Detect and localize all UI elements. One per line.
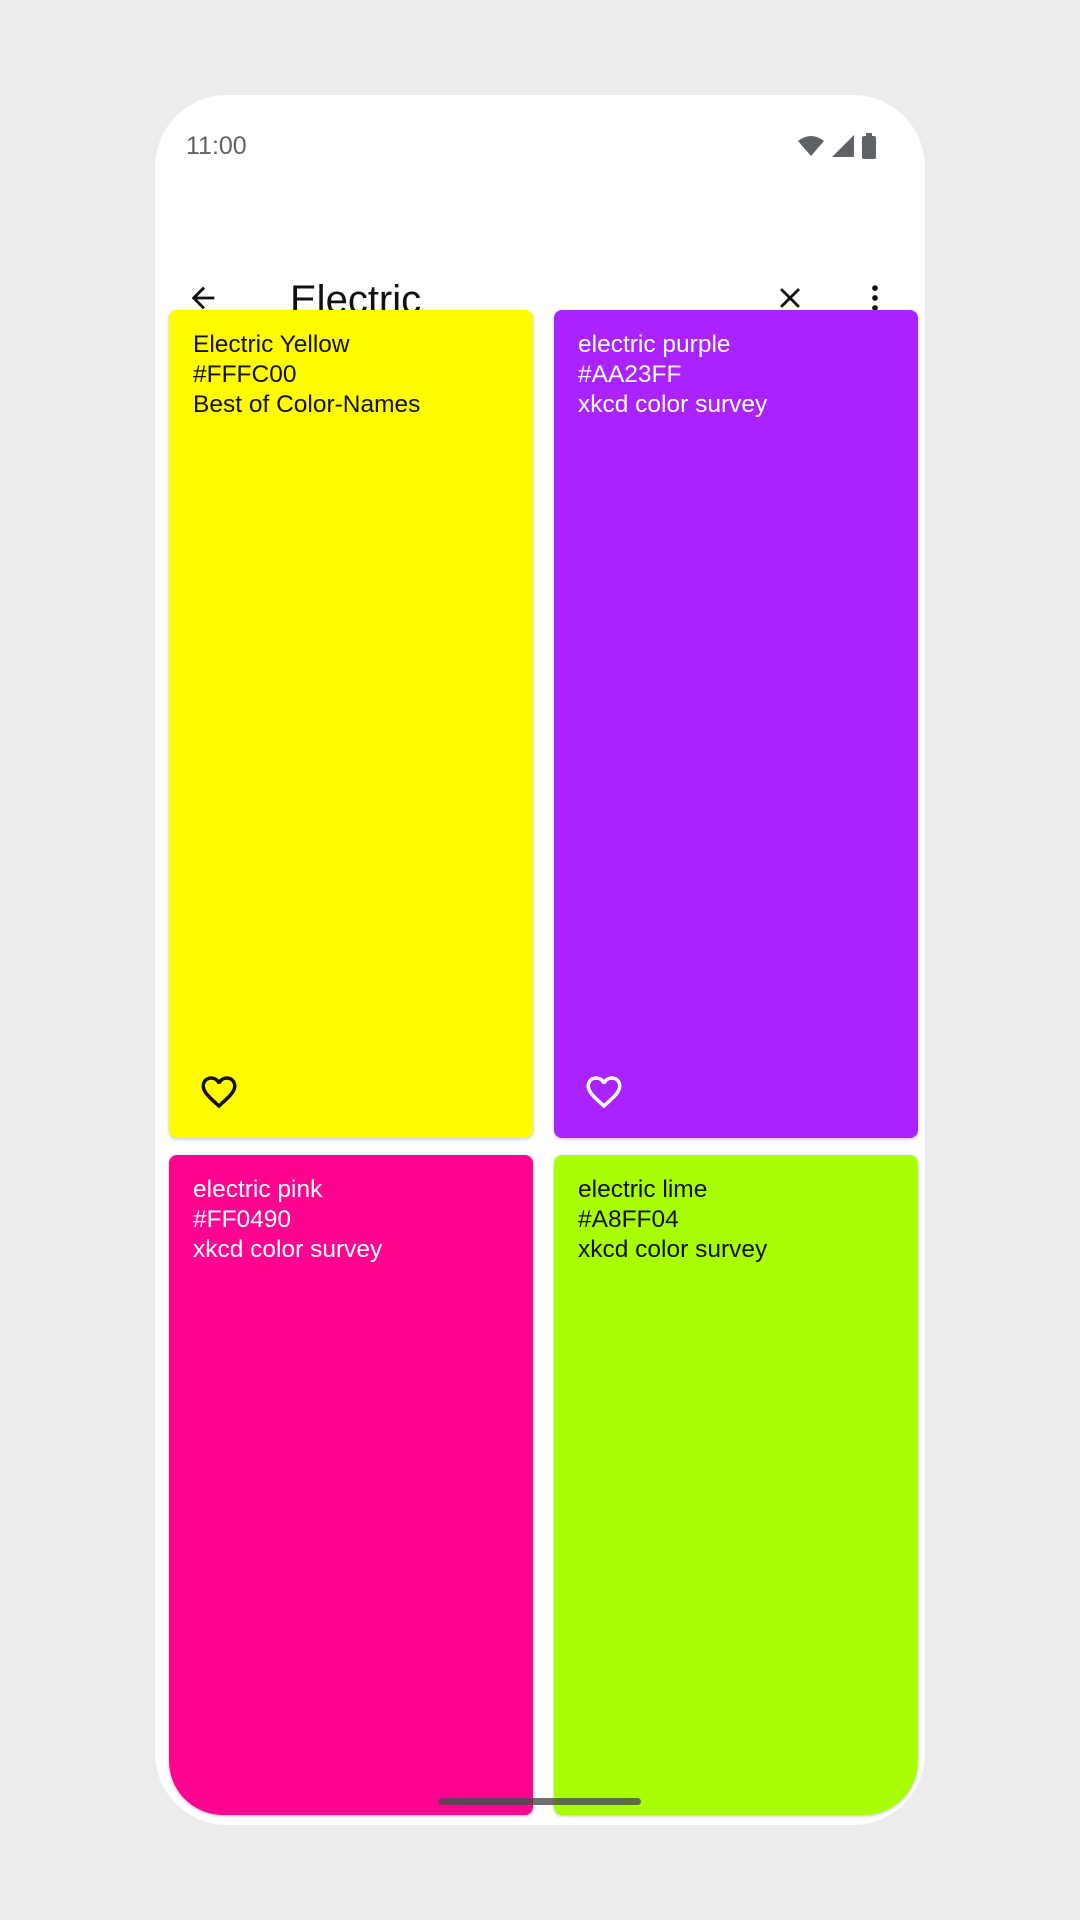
color-card-electric-lime[interactable]: electric lime #A8FF04 xkcd color survey [554,1155,918,1815]
color-name: electric pink [193,1176,323,1203]
color-card-electric-purple[interactable]: electric purple #AA23FF xkcd color surve… [554,310,918,1138]
color-card-info: electric purple #AA23FF xkcd color surve… [578,330,767,420]
favorite-button[interactable] [580,1070,628,1118]
color-source: xkcd color survey [578,1236,768,1263]
status-bar: 11:00 [155,95,925,195]
heart-outline-icon [198,1071,240,1118]
color-hex: #A8FF04 [578,1206,679,1233]
status-icons [797,133,877,159]
color-name: electric purple [578,331,731,358]
battery-icon [861,133,877,159]
home-indicator[interactable] [438,1798,641,1805]
color-results-grid: Electric Yellow #FFFC00 Best of Color-Na… [169,310,918,1815]
color-source: xkcd color survey [578,391,768,418]
color-name: Electric Yellow [193,331,350,358]
color-source: Best of Color-Names [193,391,421,418]
color-name: electric lime [578,1176,708,1203]
color-card-electric-pink[interactable]: electric pink #FF0490 xkcd color survey [169,1155,533,1815]
color-hex: #AA23FF [578,361,682,388]
color-card-info: electric pink #FF0490 xkcd color survey [193,1175,382,1265]
color-source: xkcd color survey [193,1236,383,1263]
color-hex: #FFFC00 [193,361,297,388]
favorite-button[interactable] [195,1070,243,1118]
phone-screen: 11:00 Electric Electric Yellow #FFFC00 B… [155,95,925,1825]
wifi-icon [797,134,825,158]
color-hex: #FF0490 [193,1206,292,1233]
color-card-info: Electric Yellow #FFFC00 Best of Color-Na… [193,330,420,420]
signal-icon [831,134,855,158]
color-card-electric-yellow[interactable]: Electric Yellow #FFFC00 Best of Color-Na… [169,310,533,1138]
color-card-info: electric lime #A8FF04 xkcd color survey [578,1175,767,1265]
heart-outline-icon [583,1071,625,1118]
status-time: 11:00 [186,132,247,160]
